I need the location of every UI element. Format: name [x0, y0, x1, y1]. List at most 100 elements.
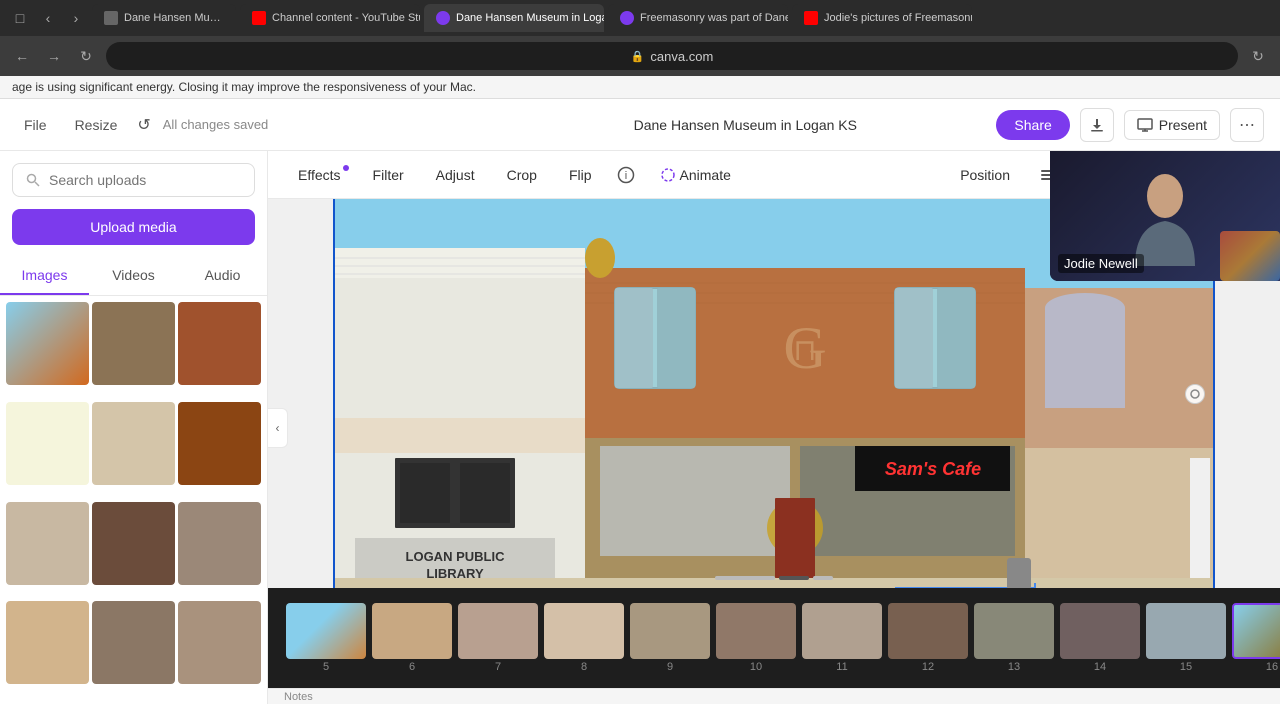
tab-freemasonry[interactable]: Freemasonry was part of Dane G. Hanse... [608, 4, 788, 32]
media-thumbnail[interactable] [178, 302, 261, 385]
slide-13-container: 13 [974, 603, 1054, 673]
slide-thumbnail-11[interactable] [802, 603, 882, 659]
svg-text:Sam's Cafe: Sam's Cafe [885, 459, 981, 479]
animate-button[interactable]: Animate [646, 161, 745, 189]
slide-7-container: 7 [458, 603, 538, 673]
forward-nav[interactable]: › [64, 6, 88, 30]
slide-num-7: 7 [495, 661, 501, 673]
present-icon [1137, 117, 1153, 133]
info-button[interactable]: i [610, 159, 642, 191]
tab-dr-charlie-ward[interactable]: Dane Hansen Museum in Logan KS [92, 4, 236, 32]
slide-num-14: 14 [1094, 661, 1106, 673]
tab-images[interactable]: Images [0, 257, 89, 295]
sunset-bg [1220, 231, 1280, 281]
ssl-lock-icon: 🔒 [631, 50, 645, 63]
sidebar-collapse-button[interactable]: ‹ [268, 408, 288, 448]
slide-num-9: 9 [667, 661, 673, 673]
slide-thumbnail-5[interactable] [286, 603, 366, 659]
scroll-indicators [715, 576, 833, 580]
tab-favicon-3 [436, 11, 450, 25]
undo-button[interactable]: ↺ [137, 115, 150, 135]
media-thumbnail[interactable] [6, 302, 89, 385]
filter-button[interactable]: Filter [359, 161, 418, 189]
tab-youtube-studio[interactable]: Channel content - YouTube Studio [240, 4, 420, 32]
tab-videos[interactable]: Videos [89, 257, 178, 295]
project-title: Dane Hansen Museum in Logan KS [506, 117, 984, 133]
tab-favicon-1 [104, 11, 118, 25]
animate-label: Animate [680, 167, 731, 183]
present-button[interactable]: Present [1124, 110, 1220, 140]
browser-refresh[interactable]: ↻ [74, 44, 98, 68]
slide-5-container: 5 [286, 603, 366, 673]
slide-thumbnail-9[interactable] [630, 603, 710, 659]
info-icon: i [617, 166, 635, 184]
browser-back[interactable]: ← [10, 44, 34, 68]
slide-num-13: 13 [1008, 661, 1020, 673]
media-thumbnail[interactable] [178, 502, 261, 585]
slide-thumbnail-16[interactable] [1232, 603, 1280, 659]
media-thumbnail[interactable] [6, 502, 89, 585]
slide-num-11: 11 [836, 661, 847, 673]
back-nav[interactable]: ‹ [36, 6, 60, 30]
search-icon [25, 172, 41, 188]
search-area [0, 151, 267, 209]
address-bar[interactable]: 🔒 canva.com [106, 42, 1238, 70]
slide-thumbnail-7[interactable] [458, 603, 538, 659]
slide-num-12: 12 [922, 661, 934, 673]
position-button[interactable]: Position [946, 161, 1024, 189]
slide-thumbnail-13[interactable] [974, 603, 1054, 659]
search-input[interactable] [49, 172, 242, 188]
reload-btn[interactable]: ↻ [1246, 44, 1270, 68]
flip-button[interactable]: Flip [555, 161, 606, 189]
crop-button[interactable]: Crop [493, 161, 551, 189]
slide-thumbnail-8[interactable] [544, 603, 624, 659]
media-thumbnail[interactable] [92, 302, 175, 385]
media-thumbnail[interactable] [178, 601, 261, 684]
media-thumbnail[interactable] [178, 402, 261, 485]
file-menu-button[interactable]: File [16, 113, 55, 137]
slide-16-container: 16 [1232, 603, 1280, 673]
svg-text:⊓: ⊓ [793, 334, 816, 367]
toolbar-right: Share Present ⋯ [996, 108, 1264, 142]
slide-strip: 5 6 7 8 9 [268, 588, 1280, 688]
download-button[interactable] [1080, 108, 1114, 142]
slide-thumbnail-14[interactable] [1060, 603, 1140, 659]
resize-handle[interactable] [1185, 384, 1205, 404]
media-thumbnail[interactable] [6, 402, 89, 485]
slide-6-container: 6 [372, 603, 452, 673]
media-thumbnail[interactable] [92, 502, 175, 585]
tab-jodies-pictures[interactable]: Jodie's pictures of Freemasonry symboli.… [792, 4, 972, 32]
address-text: canva.com [650, 49, 713, 64]
present-label: Present [1159, 117, 1207, 133]
slide-num-15: 15 [1180, 661, 1192, 673]
share-button[interactable]: Share [996, 110, 1069, 140]
search-box[interactable] [12, 163, 255, 197]
saved-status: All changes saved [163, 117, 269, 132]
more-options-button[interactable]: ⋯ [1230, 108, 1264, 142]
resize-button[interactable]: Resize [67, 113, 126, 137]
adjust-button[interactable]: Adjust [422, 161, 489, 189]
effects-button[interactable]: Effects [284, 161, 355, 189]
slide-thumbnail-6[interactable] [372, 603, 452, 659]
browser-forward[interactable]: → [42, 44, 66, 68]
animate-icon [660, 167, 676, 183]
media-thumbnail[interactable] [6, 601, 89, 684]
media-thumbnail[interactable] [92, 601, 175, 684]
warning-bar: age is using significant energy. Closing… [0, 76, 1280, 99]
back-button[interactable]: □ [8, 6, 32, 30]
slide-12-container: 12 [888, 603, 968, 673]
slide-num-5: 5 [323, 661, 329, 673]
effects-indicator [343, 165, 349, 171]
slide-thumbnail-15[interactable] [1146, 603, 1226, 659]
tab-canva-active[interactable]: Dane Hansen Museum in Logan KS - Pre... [424, 4, 604, 32]
browser-tab-bar: □ ‹ › Dane Hansen Museum in Logan KS Cha… [0, 0, 1280, 36]
slide-thumbnail-12[interactable] [888, 603, 968, 659]
upload-media-button[interactable]: Upload media [12, 209, 255, 245]
slide-thumbnail-10[interactable] [716, 603, 796, 659]
toolbar-left: File Resize ↺ All changes saved [16, 113, 494, 137]
tab-audio[interactable]: Audio [178, 257, 267, 295]
profile-name: Jodie Newell [1058, 254, 1144, 273]
tab-favicon-5 [804, 11, 818, 25]
media-thumbnail[interactable] [92, 402, 175, 485]
tab-favicon-2 [252, 11, 266, 25]
